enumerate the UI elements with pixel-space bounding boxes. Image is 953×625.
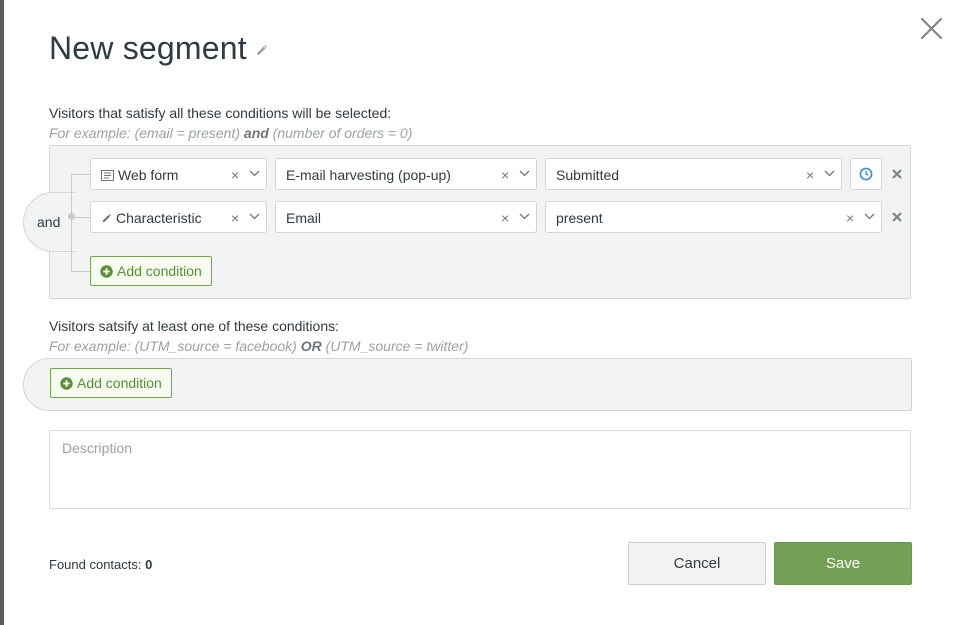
condition-target-select[interactable]: E-mail harvesting (pop-up) × xyxy=(275,158,537,190)
edit-title-button[interactable] xyxy=(255,44,268,62)
close-button[interactable] xyxy=(917,14,947,44)
chevron-down-icon xyxy=(864,213,875,220)
found-contacts: Found contacts: 0 xyxy=(49,557,152,572)
tree-connector xyxy=(71,174,90,175)
remove-icon xyxy=(892,212,902,222)
plus-circle-icon xyxy=(60,376,73,390)
plus-circle-icon xyxy=(100,264,113,278)
clear-icon[interactable]: × xyxy=(501,167,509,183)
found-contacts-label: Found contacts: xyxy=(49,557,146,572)
add-condition-button[interactable]: Add condition xyxy=(90,256,212,286)
pencil-icon xyxy=(101,213,112,224)
clear-icon[interactable]: × xyxy=(231,167,239,183)
chevron-down-icon xyxy=(249,213,260,220)
example-text: For example: (UTM_source = facebook) xyxy=(49,338,301,354)
title-row: New segment xyxy=(49,30,268,67)
and-operator-label: and xyxy=(37,214,61,230)
pencil-icon xyxy=(256,44,267,55)
add-or-condition-button[interactable]: Add condition xyxy=(50,368,172,398)
example-text: (number of orders = 0) xyxy=(268,125,413,141)
found-contacts-count: 0 xyxy=(145,557,153,572)
cancel-button[interactable]: Cancel xyxy=(628,542,766,585)
example-text: For example: (email = present) xyxy=(49,125,244,141)
clear-icon[interactable]: × xyxy=(501,210,509,226)
clear-icon[interactable]: × xyxy=(231,210,239,226)
add-condition-label: Add condition xyxy=(77,375,162,391)
select-value: Characteristic xyxy=(116,210,202,226)
example-text: (UTM_source = twitter) xyxy=(321,338,469,354)
condition-value-select[interactable]: Submitted × xyxy=(545,158,842,190)
clear-icon[interactable]: × xyxy=(846,210,854,226)
select-value: Email xyxy=(286,210,322,226)
description-field[interactable] xyxy=(49,430,911,509)
tree-connector xyxy=(71,271,90,272)
tree-dot xyxy=(68,213,75,220)
all-conditions-example: For example: (email = present) and (numb… xyxy=(49,125,412,141)
any-conditions-label: Visitors satsify at least one of these c… xyxy=(49,318,340,334)
example-operator: OR xyxy=(300,338,322,354)
select-value: Submitted xyxy=(556,167,620,183)
web-form-icon xyxy=(101,169,114,181)
time-filter-button[interactable] xyxy=(850,158,882,190)
tree-connector xyxy=(71,174,72,271)
save-button[interactable]: Save xyxy=(774,542,912,585)
chevron-down-icon xyxy=(249,170,260,177)
chevron-down-icon xyxy=(824,170,835,177)
remove-icon xyxy=(892,169,902,179)
new-segment-modal: New segment Visitors that satisfy all th… xyxy=(4,0,953,625)
condition-target-select[interactable]: Email × xyxy=(275,201,537,233)
remove-condition-button[interactable] xyxy=(890,210,904,224)
clock-icon xyxy=(859,167,873,181)
condition-field-select[interactable]: Characteristic × xyxy=(90,201,267,233)
all-conditions-label: Visitors that satisfy all these conditio… xyxy=(49,105,392,121)
remove-condition-button[interactable] xyxy=(890,167,904,181)
any-conditions-example: For example: (UTM_source = facebook) OR … xyxy=(49,338,468,354)
clear-icon[interactable]: × xyxy=(806,167,814,183)
close-icon xyxy=(920,17,943,40)
chevron-down-icon xyxy=(519,213,530,220)
select-value: Web form xyxy=(118,167,179,183)
chevron-down-icon xyxy=(519,170,530,177)
example-operator: and xyxy=(243,125,269,141)
condition-field-select[interactable]: Web form × xyxy=(90,158,267,190)
add-condition-label: Add condition xyxy=(117,263,202,279)
select-value: E-mail harvesting (pop-up) xyxy=(286,167,451,183)
select-value: present xyxy=(556,210,603,226)
page-title: New segment xyxy=(49,30,247,66)
condition-value-select[interactable]: present × xyxy=(545,201,882,233)
